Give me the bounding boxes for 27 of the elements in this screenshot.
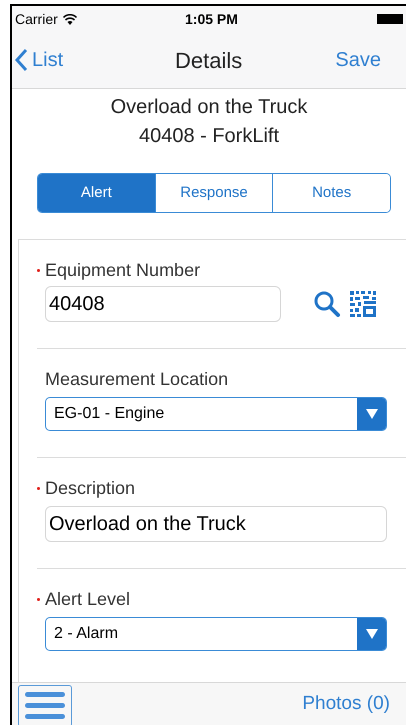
back-button[interactable]: List [14, 45, 64, 75]
menu-button[interactable] [18, 685, 72, 725]
photos-link[interactable]: Photos (0) [302, 690, 390, 718]
menu-icon [25, 692, 65, 720]
record-subtitle: 40408 - ForkLift [138, 124, 280, 149]
segment-tab[interactable]: Alert [38, 174, 155, 212]
field-label: Description [45, 476, 136, 500]
input-field[interactable]: Overload on the Truck [45, 506, 387, 542]
qr-code-icon[interactable] [349, 290, 377, 318]
status-time: 1:05 PM [185, 10, 238, 28]
chevron-left-icon [14, 48, 28, 72]
caret-icon [366, 409, 378, 419]
field-label: Measurement Location [45, 368, 228, 390]
input-field[interactable]: 40408 [45, 286, 281, 322]
segment-tab[interactable]: Notes [272, 174, 390, 212]
save-button[interactable]: Save [335, 45, 381, 75]
battery-icon [377, 14, 403, 24]
nav-title: Details [175, 46, 242, 74]
carrier-label: Carrier [15, 10, 58, 28]
field-label: Alert Level [45, 588, 130, 610]
search-icon[interactable] [313, 290, 341, 318]
field-label: Equipment Number [45, 258, 200, 282]
record-title: Overload on the Truck [110, 95, 308, 120]
caret-icon [366, 629, 378, 639]
dropdown[interactable]: 2 - Alarm [45, 617, 387, 651]
dropdown[interactable]: EG-01 - Engine [45, 397, 387, 431]
wifi-icon [62, 14, 77, 24]
